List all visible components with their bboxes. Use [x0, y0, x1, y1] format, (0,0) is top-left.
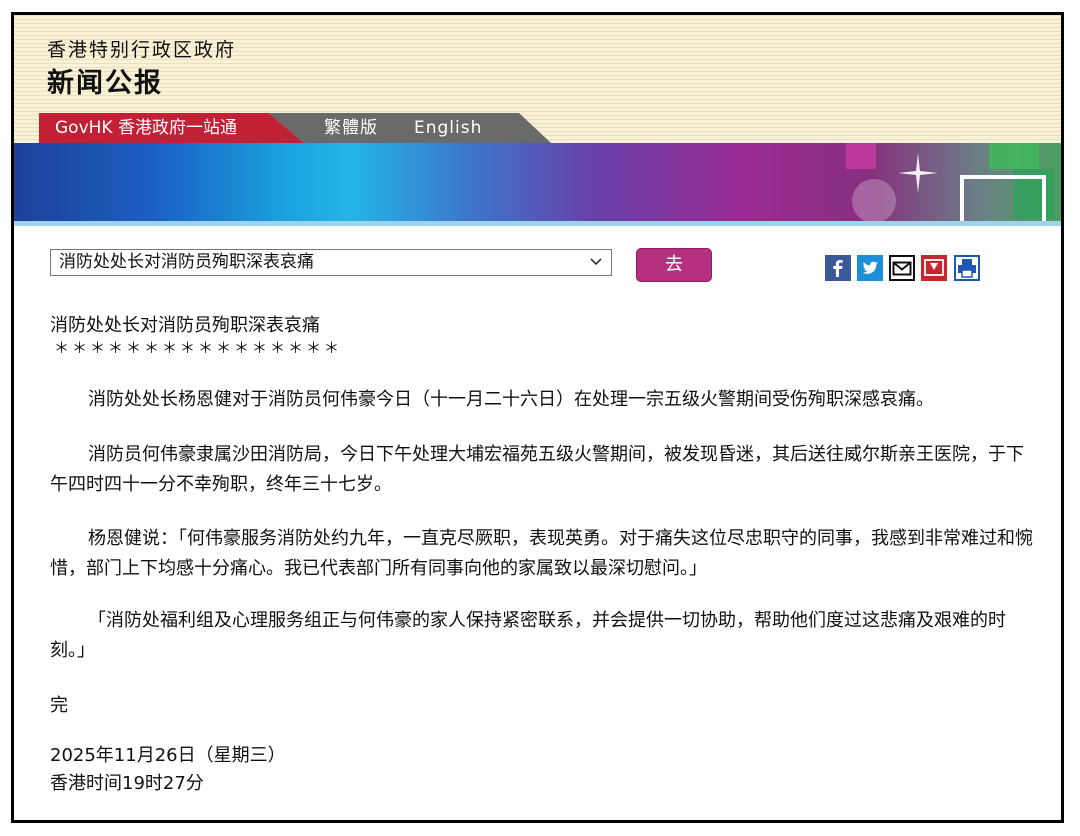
banner [14, 143, 1061, 235]
article-paragraph: 消防员何伟豪隶属沙田消防局，今日下午处理大埔宏福苑五级火警期间，被发现昏迷，其后… [50, 444, 1024, 495]
sparkle-icon [898, 153, 938, 193]
twitter-share-button[interactable] [857, 255, 883, 281]
go-button[interactable]: 去 [636, 248, 712, 282]
chevron-down-icon [590, 258, 602, 266]
facebook-icon [825, 255, 851, 281]
banner-decoration [852, 179, 896, 223]
org-name: 香港特别行政区政府 [47, 39, 237, 61]
bookmark-icon [921, 255, 947, 281]
banner-decoration [960, 175, 1046, 235]
article-select[interactable]: 消防处处长对消防员殉职深表哀痛 [50, 249, 612, 276]
traditional-chinese-link[interactable]: 繁體版 [324, 113, 378, 143]
end-mark: 完 [50, 695, 68, 716]
banner-decoration [846, 143, 876, 169]
email-icon [889, 255, 915, 281]
page-title[interactable]: 新闻公报 [47, 61, 163, 100]
banner-decoration [989, 143, 1039, 169]
article-paragraph: 消防处处长杨恩健对于消防员何伟豪今日（十一月二十六日）在处理一宗五级火警期间受伤… [88, 389, 934, 410]
article-paragraph: 杨恩健说：「何伟豪服务消防处约九年，一直克尽厥职，表现英勇。对于痛失这位尽忠职守… [50, 528, 1033, 579]
twitter-icon [857, 255, 883, 281]
print-button[interactable] [954, 255, 980, 281]
headline-separator: ＊＊＊＊＊＊＊＊＊＊＊＊＊＊＊＊ [54, 339, 343, 357]
publish-time: 香港时间19时27分 [50, 773, 204, 794]
english-link[interactable]: English [414, 113, 482, 143]
article-paragraph: 「消防处福利组及心理服务组正与何伟豪的家人保持紧密联系，并会提供一切协助，帮助他… [50, 610, 1006, 661]
bookmark-button[interactable] [921, 255, 947, 281]
publish-date: 2025年11月26日（星期三） [50, 745, 286, 766]
email-share-button[interactable] [889, 255, 915, 281]
article-select-value: 消防处处长对消防员殉职深表哀痛 [59, 252, 314, 272]
print-icon [954, 255, 980, 281]
banner-divider [14, 221, 1061, 226]
language-tab-bar [269, 113, 551, 143]
govhk-link[interactable]: GovHK 香港政府一站通 [39, 113, 304, 143]
facebook-share-button[interactable] [825, 255, 851, 281]
page-frame: 香港特别行政区政府 新闻公报 GovHK 香港政府一站通 繁體版 English… [11, 12, 1064, 823]
article-headline: 消防处处长对消防员殉职深表哀痛 [50, 315, 320, 336]
